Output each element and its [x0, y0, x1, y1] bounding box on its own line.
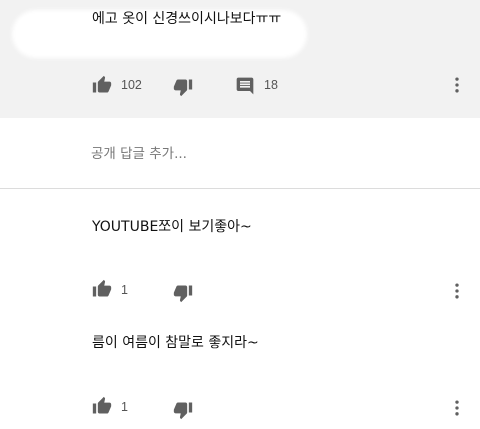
thumbs-down-icon[interactable]: [173, 400, 193, 420]
like-count: 102: [121, 78, 142, 92]
like-count: 1: [121, 400, 128, 414]
comment-icon[interactable]: [235, 76, 255, 96]
like-count: 1: [121, 283, 128, 297]
thumbs-up-icon[interactable]: [92, 279, 112, 299]
parent-comment-actions: 102 18: [0, 72, 480, 98]
more-vertical-icon[interactable]: [447, 75, 467, 95]
more-vertical-icon[interactable]: [447, 398, 467, 418]
parent-comment-text: 에고 옷이 신경쓰이시나보다ㅠㅠ: [92, 11, 282, 27]
thumbs-up-icon[interactable]: [92, 75, 112, 95]
divider: [0, 188, 480, 189]
reply-actions: 1: [0, 278, 480, 304]
thumbs-up-icon[interactable]: [92, 396, 112, 416]
more-vertical-icon[interactable]: [447, 281, 467, 301]
reply-text: 름이 여름이 참말로 좋지라~: [92, 335, 259, 351]
reply-count: 18: [264, 78, 278, 92]
parent-comment: 에고 옷이 신경쓰이시나보다ㅠㅠ 102 18: [0, 0, 480, 118]
reply-text: YOUTUBE쪼이 보기좋아~: [92, 219, 252, 235]
thumbs-down-icon[interactable]: [173, 77, 193, 97]
reply-compose: [0, 118, 480, 190]
public-reply-input[interactable]: [91, 144, 451, 164]
thumbs-down-icon[interactable]: [173, 283, 193, 303]
reply-actions: 1: [0, 395, 480, 421]
